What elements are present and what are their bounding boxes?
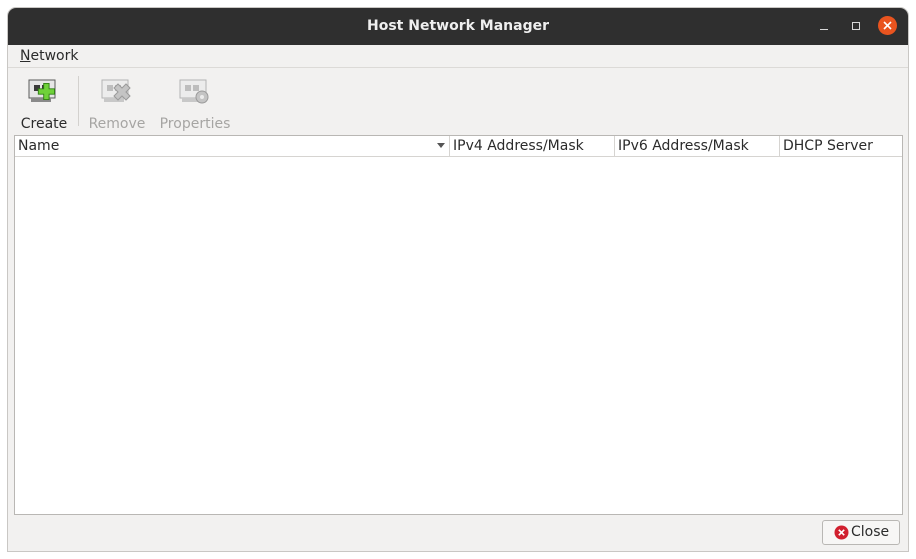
column-header-ipv4[interactable]: IPv4 Address/Mask: [450, 136, 615, 156]
sort-arrow-icon: [437, 143, 445, 148]
host-network-manager-window: Host Network Manager Network Create Remo…: [8, 8, 908, 551]
column-header-dhcp[interactable]: DHCP Server: [780, 136, 902, 156]
menu-bar: Network: [8, 45, 908, 68]
table-header: Name IPv4 Address/Mask IPv6 Address/Mask…: [15, 136, 902, 157]
menu-network-label: etwork: [30, 48, 79, 64]
remove-button[interactable]: Remove: [86, 74, 148, 134]
maximize-button[interactable]: [846, 16, 866, 36]
title-bar[interactable]: Host Network Manager: [8, 8, 908, 45]
network-adapter-remove-icon: [101, 79, 131, 102]
close-icon: [883, 21, 892, 30]
column-header-name[interactable]: Name: [15, 136, 450, 156]
close-circle-icon: [834, 525, 849, 540]
table-body[interactable]: [15, 157, 902, 514]
window-title: Host Network Manager: [367, 18, 549, 34]
window-close-button[interactable]: [878, 16, 897, 35]
properties-button[interactable]: Properties: [156, 74, 234, 134]
minimize-button[interactable]: [814, 16, 834, 36]
host-network-table[interactable]: Name IPv4 Address/Mask IPv6 Address/Mask…: [14, 135, 903, 515]
toolbar-separator: [78, 76, 79, 126]
toolbar: Create Remove Properties: [8, 68, 908, 134]
column-header-ipv6[interactable]: IPv6 Address/Mask: [615, 136, 780, 156]
create-button[interactable]: Create: [16, 74, 72, 134]
close-label: Close: [851, 524, 890, 540]
remove-label: Remove: [88, 116, 146, 132]
network-adapter-properties-icon: [179, 79, 209, 104]
menu-network-mnemonic: N: [20, 48, 31, 64]
properties-label: Properties: [159, 116, 231, 132]
menu-network[interactable]: Network: [20, 48, 78, 64]
create-label: Create: [20, 116, 68, 132]
network-adapter-add-icon: [28, 79, 56, 102]
close-button[interactable]: Close: [822, 520, 900, 545]
